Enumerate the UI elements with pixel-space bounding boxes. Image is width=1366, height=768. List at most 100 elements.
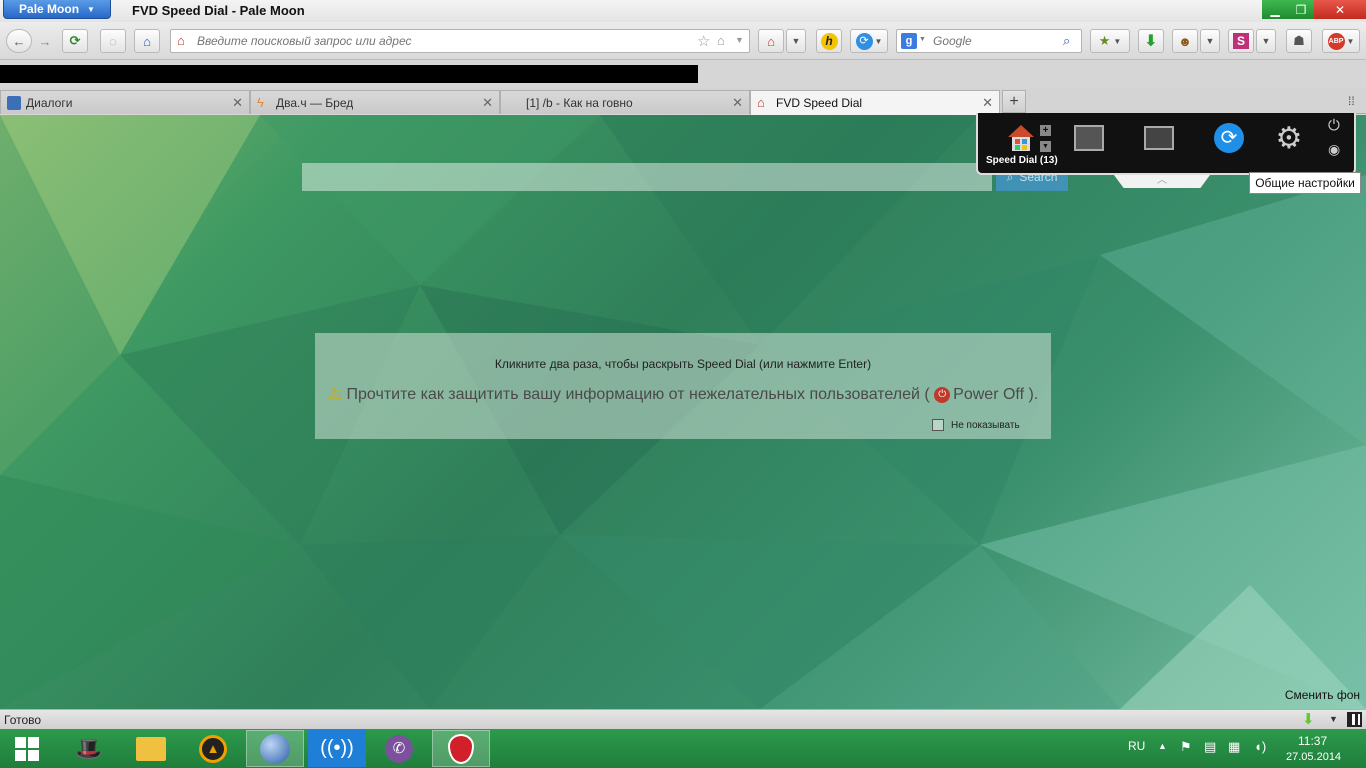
download-button[interactable]: ⬇	[1138, 29, 1164, 53]
home-button[interactable]: ⌂	[134, 29, 160, 53]
clock-date[interactable]: 27.05.2014	[1286, 751, 1341, 763]
url-bar[interactable]: ⌂ ☆ ⌂ ▼	[170, 29, 750, 53]
taskbar-opera[interactable]	[432, 730, 490, 767]
device-icon[interactable]: ▤	[1204, 739, 1216, 755]
app-menu-button[interactable]: Pale Moon ▼	[3, 0, 111, 19]
adblock-button[interactable]: ABP ▼	[1322, 29, 1360, 53]
sync-button[interactable]: ⟳ ▼	[850, 29, 888, 53]
power-icon: ⏻	[934, 386, 951, 403]
eye-icon: ◉	[1328, 141, 1341, 157]
search-input[interactable]	[933, 34, 1053, 48]
bookmark-star-icon[interactable]: ☆	[697, 32, 710, 50]
sync-button[interactable]: ⟳	[1212, 121, 1246, 155]
top-hat-icon: 🎩	[75, 735, 103, 761]
taskbar-app-hat[interactable]: 🎩	[60, 730, 118, 767]
start-button[interactable]	[0, 730, 54, 767]
notice-warning: ⚠ Прочтите как защитить вашу информацию …	[315, 384, 1051, 404]
qr-code-icon[interactable]	[1347, 712, 1362, 727]
tab-b-board[interactable]: [1] /b - Как на говно ✕	[500, 90, 750, 114]
chevron-up-icon: ︿	[1157, 175, 1167, 186]
maximize-button[interactable]: ❐	[1288, 0, 1314, 19]
chevron-down-icon: ▼	[1205, 36, 1215, 46]
back-button[interactable]: ←	[6, 29, 32, 53]
blank-page-icon	[507, 96, 521, 110]
speed-dial-button[interactable]: ⌂	[758, 29, 784, 53]
stylish-menu-button[interactable]: ▼	[1256, 29, 1276, 53]
language-indicator[interactable]: RU	[1128, 739, 1145, 753]
h-logo-icon: h	[820, 32, 838, 50]
windows-taskbar: 🎩 ▲ ((•)) ✆ RU ▲ ⚑ ▤ ▦ ◖) 11:37 27.05.20…	[0, 729, 1366, 768]
chevron-down-icon: ▼	[1113, 36, 1122, 46]
chevron-down-icon[interactable]: ▼	[1329, 714, 1338, 724]
url-dropdown-icon[interactable]: ▼	[735, 35, 744, 45]
power-off-link[interactable]: Power Off	[953, 386, 1024, 403]
tab-dialogs[interactable]: Диалоги ✕	[0, 90, 250, 114]
ghost-button[interactable]: ☗	[1286, 29, 1312, 53]
s-logo-icon: S	[1233, 33, 1249, 49]
url-input[interactable]	[197, 34, 687, 48]
bookmarks-button[interactable]: ★ ▼	[1090, 29, 1130, 53]
notice-warning-text: Прочтите как защитить вашу информацию от…	[346, 386, 930, 403]
close-tab-icon[interactable]: ✕	[982, 95, 993, 111]
chevron-down-icon: ▼	[791, 36, 801, 46]
most-visited-icon	[1074, 125, 1104, 151]
taskbar-explorer[interactable]	[122, 730, 180, 767]
settings-button[interactable]: ⚙	[1272, 121, 1306, 155]
tab-list-button[interactable]: ⁞⁞	[1348, 94, 1355, 108]
chevron-down-icon: ▼	[1261, 36, 1271, 46]
search-icon[interactable]: ⌕	[1063, 33, 1070, 49]
taskbar-pale-moon[interactable]	[246, 730, 304, 767]
close-button[interactable]: ✕	[1314, 0, 1366, 19]
tray-expand-icon[interactable]: ▲	[1158, 741, 1167, 751]
visibility-button[interactable]: ◉	[1328, 141, 1340, 158]
chevron-down-icon: ▼	[919, 36, 926, 43]
speed-dial-home-button[interactable]	[1004, 121, 1038, 155]
reload-button[interactable]: ⟳	[62, 29, 88, 53]
app-menu-label: Pale Moon	[19, 2, 80, 16]
dont-show-checkbox[interactable]: Не показывать	[932, 419, 1020, 431]
redacted-bar	[0, 65, 698, 83]
speed-dial-label: Speed Dial (13)	[986, 155, 1058, 166]
stylish-button[interactable]: S	[1228, 29, 1254, 53]
stop-icon: ◌	[109, 33, 117, 49]
speed-dial-search-input[interactable]	[302, 163, 992, 191]
pale-moon-icon	[260, 733, 290, 764]
hola-button[interactable]: h	[816, 29, 842, 53]
network-icon[interactable]: ▦	[1228, 739, 1240, 755]
sync-icon: ⟳	[855, 32, 873, 50]
tab-dvach[interactable]: ϟ Два.ч — Бред ✕	[250, 90, 500, 114]
search-bar[interactable]: g ▼ ⌕	[896, 29, 1082, 53]
close-tab-icon[interactable]: ✕	[232, 95, 243, 111]
download-status-icon[interactable]: ⬇	[1302, 710, 1315, 728]
close-tab-icon[interactable]: ✕	[732, 95, 743, 111]
home-icon: ⌂	[767, 33, 775, 49]
forward-button[interactable]: →	[34, 29, 56, 53]
windows-logo-icon	[15, 736, 39, 761]
volume-icon[interactable]: ◖)	[1254, 739, 1266, 754]
download-arrow-icon: ⬇	[1144, 33, 1158, 50]
speed-dial-notice[interactable]: Кликните два раза, чтобы раскрыть Speed …	[315, 333, 1051, 439]
checkbox-box[interactable]	[932, 419, 944, 431]
taskbar-viber[interactable]: ✆	[370, 730, 428, 767]
dial-dropdown-button[interactable]: ▼	[1040, 141, 1051, 152]
monkey-menu-button[interactable]: ▼	[1200, 29, 1220, 53]
action-center-icon[interactable]: ⚑	[1180, 739, 1192, 755]
collapse-panel-button[interactable]: ︿	[1114, 175, 1210, 188]
most-visited-button[interactable]	[1072, 121, 1106, 155]
taskbar-aimp[interactable]: ▲	[184, 730, 242, 767]
stop-button[interactable]: ◌	[100, 29, 126, 53]
close-tab-icon[interactable]: ✕	[482, 95, 493, 111]
minimize-button[interactable]: ▁	[1262, 0, 1288, 19]
recently-closed-button[interactable]	[1142, 121, 1176, 155]
add-dial-button[interactable]: +	[1040, 125, 1051, 136]
clock-time[interactable]: 11:37	[1298, 734, 1327, 748]
monkey-button[interactable]: ☻	[1172, 29, 1198, 53]
change-background-link[interactable]: Сменить фон	[1285, 688, 1360, 702]
chevron-down-icon: ▼	[874, 36, 883, 46]
power-button[interactable]: ⏻	[1328, 117, 1340, 134]
speed-dial-menu-button[interactable]: ▼	[786, 29, 806, 53]
tab-fvd-speed-dial[interactable]: ⌂ FVD Speed Dial ✕	[750, 90, 1000, 115]
new-tab-button[interactable]: +	[1002, 90, 1026, 113]
taskbar-wifi[interactable]: ((•))	[308, 730, 366, 767]
tab-title: FVD Speed Dial	[776, 96, 863, 110]
